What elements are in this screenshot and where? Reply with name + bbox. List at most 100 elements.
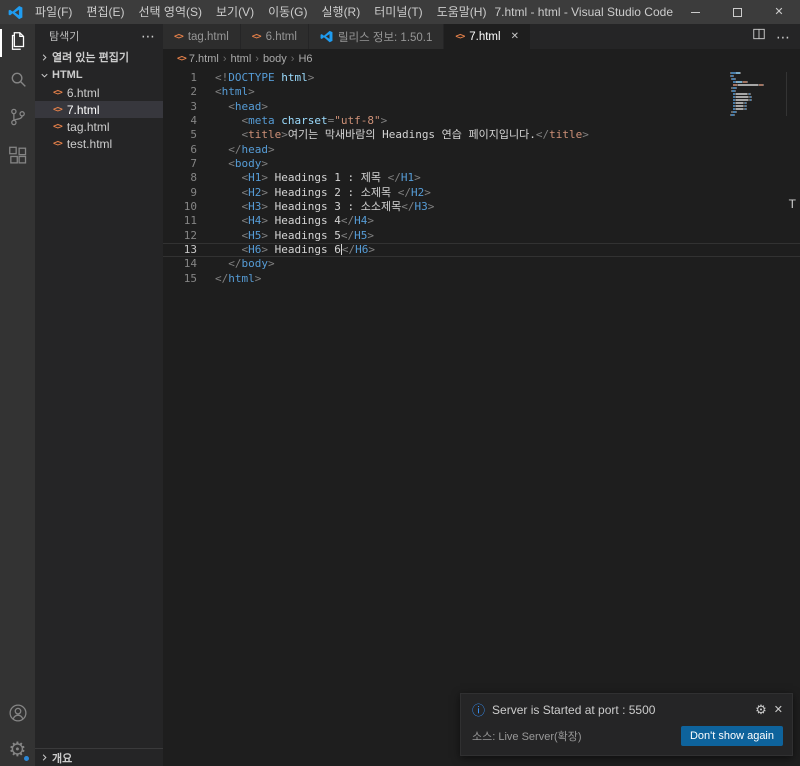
chevron-right-icon (37, 50, 51, 64)
file-item-tag.html[interactable]: <> tag.html (35, 118, 163, 135)
menu-item[interactable]: 편집(E) (79, 0, 131, 24)
tab-tag-html[interactable]: <> tag.html (163, 24, 241, 49)
editor-area: <> tag.html <> 6.html 릴리스 정보: 1.50.1 <> 7.html… (163, 24, 800, 766)
account-button[interactable] (0, 698, 35, 732)
explorer-activity-button[interactable] (0, 24, 35, 62)
dont-show-again-button[interactable]: Don't show again (680, 726, 783, 746)
maximize-icon (732, 7, 742, 17)
section-folder-html[interactable]: HTML (35, 66, 163, 84)
maximize-button[interactable] (716, 0, 758, 24)
settings-sync-badge (23, 755, 30, 762)
code-token: > (414, 171, 421, 185)
code-line-5[interactable]: 5 <title>여기는 막새바람의 Headings 연습 페이지입니다.</… (163, 128, 800, 142)
close-icon: ✕ (774, 5, 784, 18)
source-control-activity-button[interactable] (0, 100, 35, 138)
editor-actions: ⋯ (752, 24, 800, 49)
line-number: 14 (183, 257, 197, 271)
code-token: > (281, 128, 288, 142)
settings-button[interactable]: ⚙ (0, 732, 35, 766)
notification-close-icon[interactable]: ✕ (774, 704, 783, 716)
file-item-7.html[interactable]: <> 7.html (35, 101, 163, 118)
breadcrumb-label: 7.html (188, 53, 219, 65)
menu-item[interactable]: 선택 영역(S) (131, 0, 209, 24)
notification-footer: 소스: Live Server(확장) Don't show again (461, 721, 792, 755)
search-icon (7, 68, 29, 95)
code-line-9[interactable]: 9 <H2> Headings 2 : 소제목 </H2> (163, 186, 800, 200)
file-label: 6.html (66, 85, 100, 100)
minimap-line (730, 78, 783, 80)
code-token: > (380, 114, 388, 128)
sidebar-more-actions-icon[interactable]: ⋯ (141, 29, 155, 43)
notification-settings-icon[interactable]: ⚙ (755, 704, 767, 717)
code-token: > (261, 99, 268, 113)
code-line-15[interactable]: 15 </html> (163, 272, 800, 286)
search-activity-button[interactable] (0, 62, 35, 100)
code-token: < (215, 171, 249, 185)
minimap-line (730, 99, 783, 101)
section-label: 개요 (52, 752, 73, 765)
code-line-4[interactable]: 4 <meta charset="utf-8"> (163, 114, 800, 128)
code-line-7[interactable]: 7 <body> (163, 157, 800, 171)
code-line-14[interactable]: 14 </body> (163, 257, 800, 271)
title-bar: 파일(F) 편집(E) 선택 영역(S) 보기(V) 이동(G) 실행(R) 터미널(T) 도… (0, 0, 800, 24)
menu-item[interactable]: 도움말(H) (430, 0, 494, 24)
tab-close-icon[interactable]: ✕ (511, 31, 519, 42)
code-token: head (241, 142, 269, 156)
split-editor-icon[interactable] (752, 27, 766, 46)
breadcrumb-label: html (230, 53, 252, 65)
code-text: </head> (197, 142, 274, 157)
file-item-6.html[interactable]: <> 6.html (35, 84, 163, 101)
breadcrumb-item[interactable]: body (263, 53, 287, 65)
line-number: 4 (190, 114, 197, 128)
breadcrumb-label: body (262, 53, 287, 65)
code-line-2[interactable]: 2 <html> (163, 85, 800, 99)
menu-item[interactable]: 이동(G) (261, 0, 314, 24)
code-line-3[interactable]: 3 <head> (163, 100, 800, 114)
code-token: H3 (414, 200, 428, 214)
code-token: > (307, 71, 315, 84)
section-outline[interactable]: 개요 (35, 748, 163, 766)
code-token: 여기는 막새바람의 Headings 연습 페이지입니다. (287, 128, 536, 142)
close-window-button[interactable]: ✕ (758, 0, 800, 24)
tab-7-html[interactable]: <> 7.html ✕ (444, 24, 531, 49)
code-token: body (234, 157, 262, 171)
line-number: 10 (183, 200, 197, 214)
code-line-10[interactable]: 10 <H3> Headings 3 : 소소제목</H3> (163, 200, 800, 214)
section-open-editors[interactable]: 열려 있는 편집기 (35, 48, 163, 66)
menu-item[interactable]: 파일(F) (28, 0, 79, 24)
tab-bar: <> tag.html <> 6.html 릴리스 정보: 1.50.1 <> 7.html… (163, 24, 800, 49)
code-text: <H6> Headings 6</H6> (197, 243, 375, 257)
tab-release-notes[interactable]: 릴리스 정보: 1.50.1 (308, 24, 445, 49)
account-icon (7, 702, 29, 729)
git-branch-icon (7, 106, 29, 133)
code-line-8[interactable]: 8 <H1> Headings 1 : 제목 </H1> (163, 171, 800, 185)
activity-bar: ⚙ (0, 24, 35, 766)
breadcrumb-item[interactable]: <> 7.html (177, 53, 219, 65)
menu-item[interactable]: 터미널(T) (367, 0, 429, 24)
code-editor[interactable]: 1 <!DOCTYPE html> 2 <html> 3 <head> 4 <meta c… (163, 69, 800, 766)
editor-more-actions-icon[interactable]: ⋯ (776, 30, 790, 44)
info-icon: ⓘ (472, 702, 486, 718)
code-token: < (215, 157, 235, 171)
code-line-6[interactable]: 6 </head> (163, 143, 800, 157)
code-token: > (424, 185, 431, 199)
breadcrumb-item[interactable]: html (230, 53, 251, 65)
minimap[interactable] (730, 72, 787, 116)
code-line-13[interactable]: 13 <H6> Headings 6</H6> (163, 243, 800, 257)
minimize-button[interactable] (674, 0, 716, 24)
vscode-window: 파일(F) 편집(E) 선택 영역(S) 보기(V) 이동(G) 실행(R) 터미널(T) 도… (0, 0, 800, 766)
code-line-11[interactable]: 11 <H4> Headings 4</H4> (163, 214, 800, 228)
code-line-1[interactable]: 1 <!DOCTYPE html> (163, 71, 800, 85)
code-token: > (427, 200, 435, 214)
menu-item[interactable]: 보기(V) (209, 0, 261, 24)
file-item-test.html[interactable]: <> test.html (35, 135, 163, 152)
code-line-12[interactable]: 12 <H5> Headings 5</H5> (163, 229, 800, 243)
tab-6-html[interactable]: <> 6.html (240, 24, 309, 49)
code-token: Headings 2 : 소제목 (268, 185, 398, 199)
html-file-icon: <> (53, 138, 63, 149)
breadcrumb-item[interactable]: H6 (298, 53, 312, 65)
extensions-activity-button[interactable] (0, 138, 35, 176)
html-file-icon: <> (53, 87, 63, 98)
code-token: </ (215, 257, 242, 271)
menu-item[interactable]: 실행(R) (314, 0, 367, 24)
